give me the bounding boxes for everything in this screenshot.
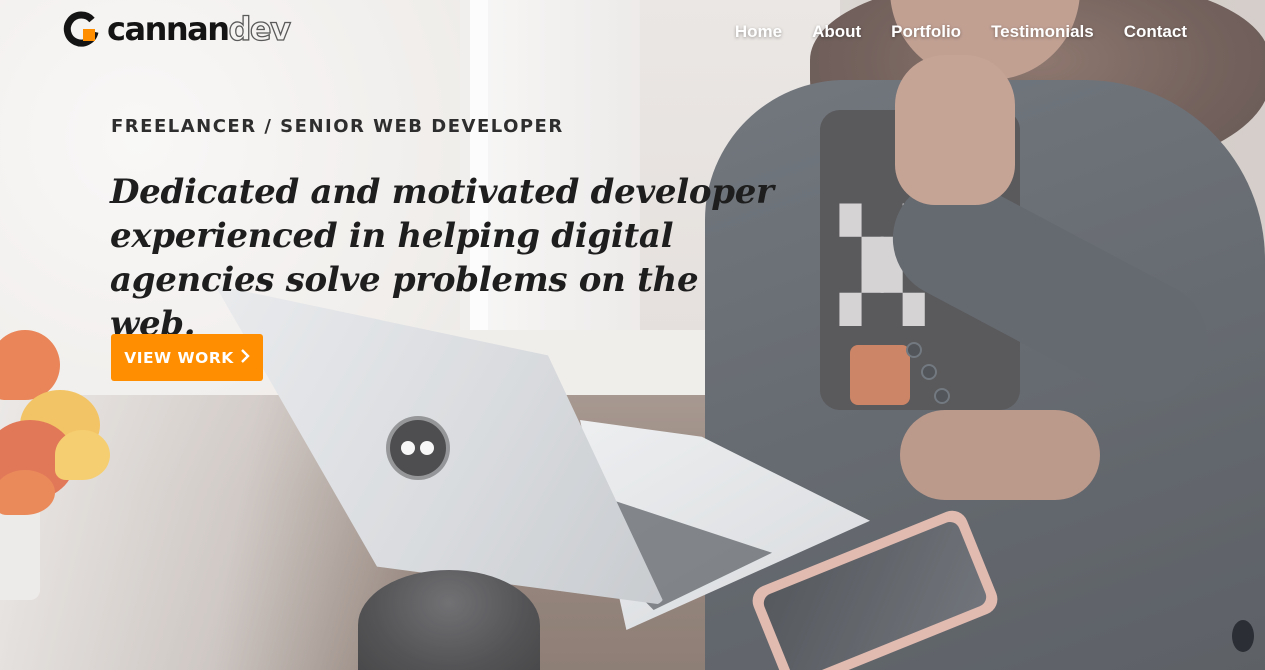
nav-link-contact[interactable]: Contact — [1124, 21, 1187, 43]
main-navigation: Home About Portfolio Testimonials Contac… — [735, 21, 1187, 43]
site-logo[interactable]: cannandev — [62, 9, 292, 49]
nav-link-portfolio[interactable]: Portfolio — [891, 21, 961, 43]
logo-text-primary: cannan — [107, 10, 230, 48]
logo-wordmark: cannandev — [107, 9, 292, 48]
hero-eyebrow: FREELANCER / SENIOR WEB DEVELOPER — [111, 116, 564, 137]
scroll-to-top-button[interactable] — [1232, 620, 1254, 652]
view-work-button[interactable]: VIEW WORK — [111, 334, 263, 381]
hero-headline: Dedicated and motivated developer experi… — [110, 172, 774, 344]
logo-mark-icon — [62, 10, 100, 48]
view-work-label: VIEW WORK — [124, 348, 234, 367]
nav-link-home[interactable]: Home — [735, 21, 782, 43]
nav-link-testimonials[interactable]: Testimonials — [991, 21, 1094, 43]
nav-link-about[interactable]: About — [812, 21, 861, 43]
chevron-right-icon — [240, 348, 250, 367]
logo-text-secondary: dev — [228, 9, 292, 48]
